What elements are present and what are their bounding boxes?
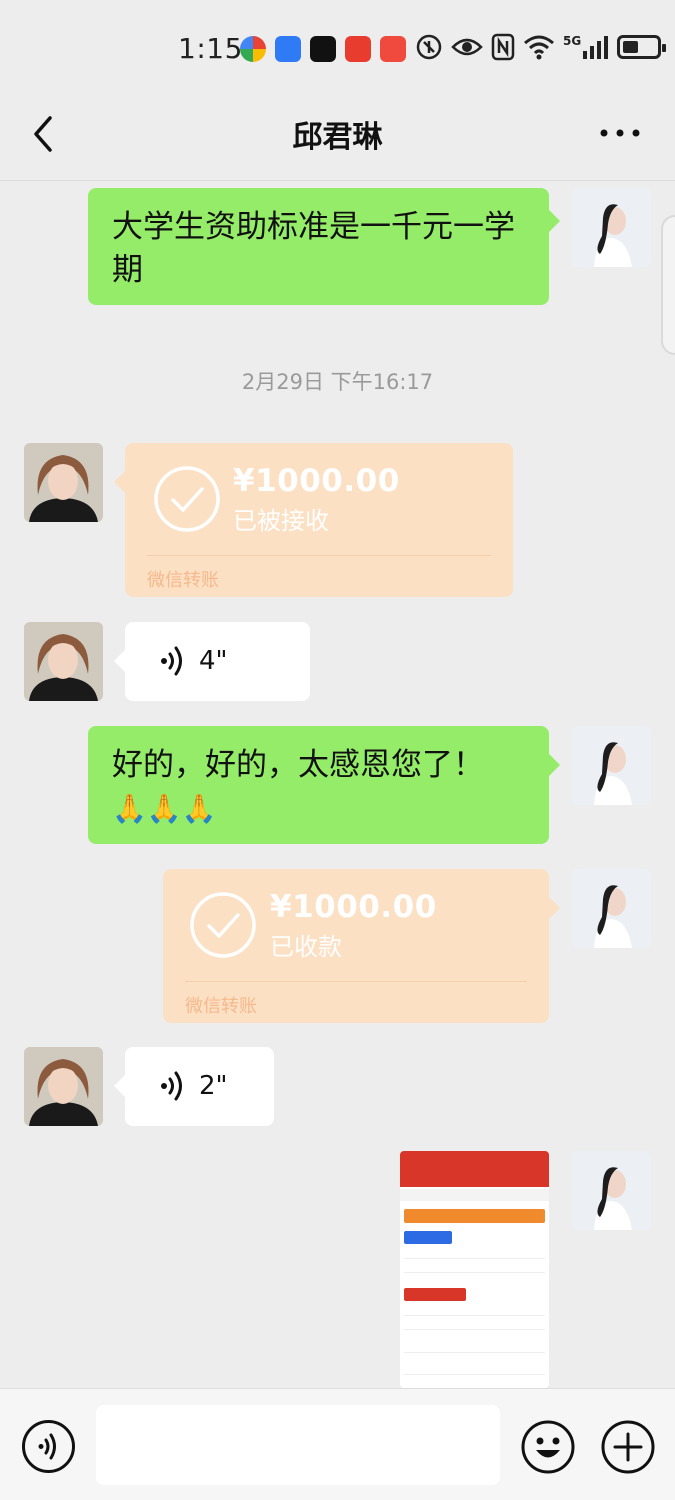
data-saver-icon xyxy=(416,34,442,60)
nfc-icon xyxy=(491,33,515,61)
more-functions-button[interactable] xyxy=(600,1419,656,1475)
chat-header: 邱君琳 xyxy=(0,100,675,180)
network-type-label: 5G xyxy=(563,34,582,48)
bubble-tail xyxy=(549,754,560,776)
my-avatar[interactable] xyxy=(572,1151,651,1230)
tiktok-icon xyxy=(310,36,336,62)
bubble-tail xyxy=(114,471,125,493)
thumbnail-row xyxy=(404,1320,545,1330)
voice-wave-icon xyxy=(161,1071,182,1101)
voice-message[interactable]: 2" xyxy=(114,1047,274,1126)
my-avatar[interactable] xyxy=(572,188,651,267)
emoji-button[interactable] xyxy=(520,1419,576,1475)
app-notification-icon xyxy=(240,36,266,62)
voice-duration: 4" xyxy=(199,646,228,676)
chat-title: 邱君琳 xyxy=(292,120,383,155)
app-notification-icon xyxy=(345,36,371,62)
voice-message[interactable]: 4" xyxy=(114,622,310,701)
thumbnail-tab-bar xyxy=(400,1189,549,1201)
received-transfer-card[interactable]: ¥1000.00 已被接收 微信转账 xyxy=(114,443,513,597)
status-bar: 1:15 5G xyxy=(0,0,675,100)
my-avatar[interactable] xyxy=(572,726,651,805)
bubble-tail xyxy=(114,650,125,672)
thumbnail-row xyxy=(404,1357,545,1375)
my-avatar[interactable] xyxy=(572,869,651,948)
voice-input-button[interactable] xyxy=(21,1419,76,1474)
check-circle-icon xyxy=(190,892,256,958)
transfer-status: 已收款 xyxy=(270,933,342,961)
transfer-footer-label: 微信转账 xyxy=(147,570,219,591)
eye-icon xyxy=(451,38,483,56)
status-system-icons: 5G xyxy=(415,33,667,61)
check-circle-icon xyxy=(154,466,220,532)
message-input[interactable] xyxy=(96,1405,500,1485)
edge-panel-handle[interactable] xyxy=(661,215,675,355)
bubble-tail xyxy=(549,897,560,919)
sent-text-message[interactable]: 大学生资助标准是一千元一学期 xyxy=(88,188,560,305)
app-notification-icon xyxy=(275,36,301,62)
thumbnail-section-tag xyxy=(404,1288,466,1301)
sent-text-message[interactable]: 好的，好的，太感恩您了！ 🙏🙏🙏 xyxy=(88,726,560,844)
thumbnail-row xyxy=(404,1263,545,1273)
message-text: 大学生资助标准是一千元一学期 xyxy=(112,209,515,288)
message-text-line: 好的，好的，太感恩您了！ xyxy=(112,747,484,783)
transfer-amount: ¥1000.00 xyxy=(270,889,437,925)
app-notification-icon xyxy=(380,36,406,62)
battery-icon xyxy=(617,35,667,59)
thumbnail-section-tag xyxy=(404,1231,452,1244)
chat-input-bar xyxy=(0,1388,675,1500)
thumbnail-orange-banner xyxy=(404,1209,545,1223)
signal-icon xyxy=(583,36,609,59)
transfer-footer-label: 微信转账 xyxy=(185,996,257,1017)
contact-avatar[interactable] xyxy=(24,1047,103,1126)
contact-avatar[interactable] xyxy=(24,622,103,701)
more-options-icon[interactable] xyxy=(598,118,642,148)
transfer-amount: ¥1000.00 xyxy=(233,463,400,499)
voice-wave-icon xyxy=(161,646,182,676)
voice-duration: 2" xyxy=(199,1071,228,1101)
status-app-icons xyxy=(240,36,406,62)
contact-avatar[interactable] xyxy=(24,443,103,522)
status-time: 1:15 xyxy=(178,32,243,65)
praying-hands-emoji: 🙏🙏🙏 xyxy=(112,792,217,825)
thumbnail-row xyxy=(404,1249,545,1259)
thumbnail-row xyxy=(404,1379,545,1388)
thumbnail-row xyxy=(404,1306,545,1316)
bubble-tail xyxy=(549,210,560,232)
chat-timestamp: 2月29日 下午16:17 xyxy=(241,370,434,394)
transfer-divider xyxy=(185,981,527,982)
thumbnail-row xyxy=(404,1335,545,1353)
header-divider xyxy=(0,180,675,181)
wifi-icon xyxy=(524,35,554,60)
message-text: 好的，好的，太感恩您了！ 🙏🙏🙏 xyxy=(112,744,529,830)
sent-image-thumbnail[interactable] xyxy=(400,1151,549,1388)
transfer-status: 已被接收 xyxy=(233,507,329,535)
thumbnail-header xyxy=(400,1151,549,1187)
sent-transfer-card[interactable]: ¥1000.00 已收款 微信转账 xyxy=(163,869,560,1023)
transfer-divider xyxy=(147,555,491,556)
bubble-tail xyxy=(114,1075,125,1097)
